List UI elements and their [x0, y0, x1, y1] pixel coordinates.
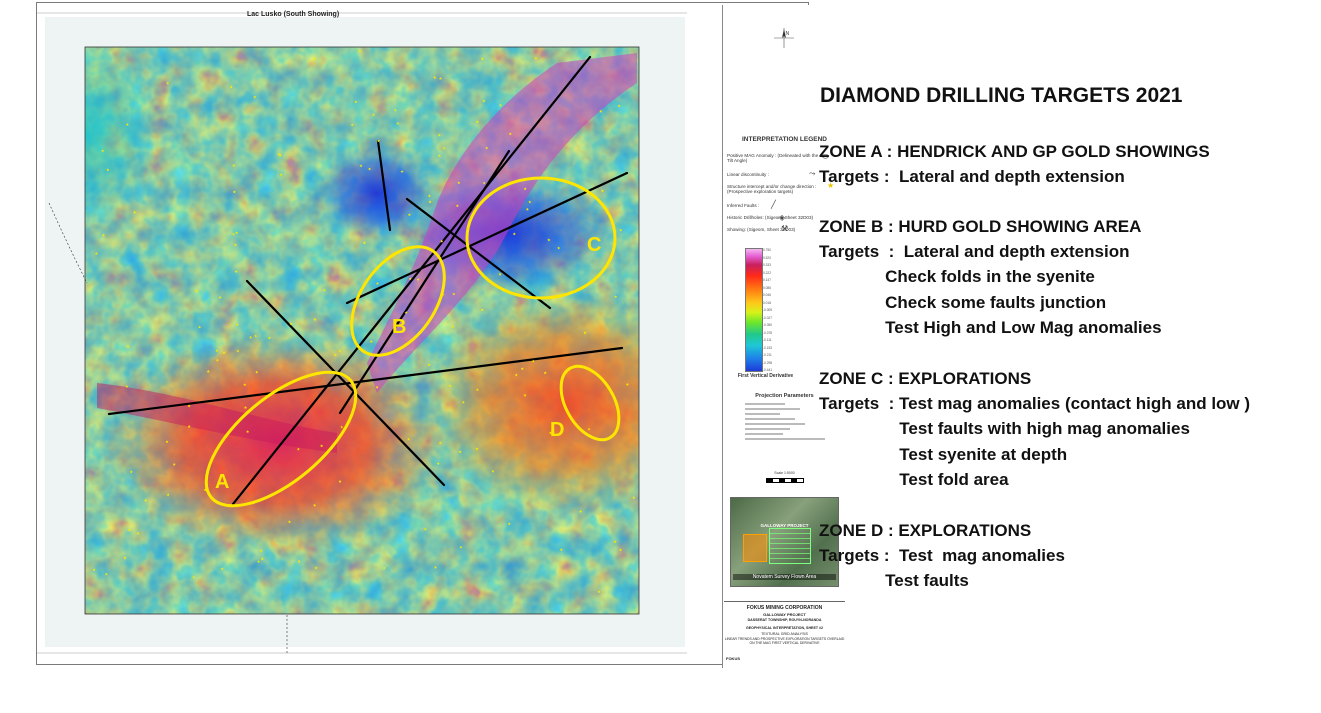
zone-d-target-line: Targets : Test mag anomalies: [819, 546, 1065, 565]
dashed-line-icon: ⤳: [809, 169, 816, 178]
colorbar-tick-label: -0.441: [763, 368, 773, 372]
company-logo: FOKUS: [726, 656, 740, 661]
projection-line: [745, 423, 805, 425]
colorbar: [745, 248, 763, 372]
colorbar-tick-label: 0.520: [763, 255, 771, 260]
zone-d-block: ZONE D : EXPLORATIONS Targets : Test mag…: [819, 518, 1319, 594]
colorbar-tick-label: 0.147: [763, 278, 771, 282]
zone-b-target-line: Check some faults junction: [819, 292, 1107, 312]
zone-a-heading: ZONE A : HENDRICK AND GP GOLD SHOWINGS: [819, 142, 1210, 161]
showing-pickaxe-icon: ⚒: [781, 224, 789, 233]
colorbar-label: First Vertical Derivative: [737, 373, 794, 379]
colorbar-tick-label: 0.018: [763, 300, 771, 305]
zone-c-heading: ZONE C : EXPLORATIONS: [819, 369, 1032, 388]
scale-bar: [766, 478, 804, 483]
colorbar-tick-label: -0.298: [763, 360, 773, 365]
projection-line: [745, 418, 795, 420]
colorbar-tick-label: 0.222: [763, 270, 771, 275]
zone-c-target-line: Test fold area: [819, 470, 1009, 490]
zone-c-target-line: Test faults with high mag anomalies: [819, 419, 1190, 439]
zone-a-target-line: Targets : Lateral and depth extension: [819, 167, 1125, 186]
colorbar-tick-label: 0.046: [763, 293, 771, 297]
zone-c-block: ZONE C : EXPLORATIONS Targets : Test mag…: [819, 366, 1319, 493]
fault-line-icon: ╱: [771, 200, 776, 209]
project-name: GALLOWAY PROJECT: [763, 612, 806, 617]
grid-analysis-title: TEXTURAL GRID ANALYSIS: [761, 632, 808, 636]
zone-b-block: ZONE B : HURD GOLD SHOWING AREA Targets …: [819, 214, 1319, 341]
sheet-title: GEOPHYSICAL INTERPRETATION, SHEET #2: [745, 626, 824, 630]
colorbar-tick-label: 0.086: [763, 285, 771, 290]
colorbar-tick-label: -0.153: [763, 345, 773, 350]
projection-line: [745, 428, 790, 430]
colorbar-tick-label: -0.005: [763, 308, 773, 312]
zone-d-heading: ZONE D : EXPLORATIONS: [819, 521, 1032, 540]
legend-linear-discontinuity: Linear discontinuity :: [727, 172, 769, 177]
zone-c-target-line: Test syenite at depth: [819, 444, 1068, 464]
zone-b-target-line: Test High and Low Mag anomalies: [819, 318, 1162, 338]
map-sheet: A B C D Lac Lusko (South Showing) N INTE…: [36, 2, 845, 668]
legend-showing: Showing: (Sigeom, Sheet 32D03): [727, 227, 796, 232]
zone-c-target-line: Targets : Test mag anomalies (contact hi…: [819, 394, 1251, 413]
company-name: FOKUS MINING CORPORATION: [746, 605, 823, 611]
svg-text:N: N: [786, 31, 790, 37]
colorbar-tick-label: -0.078: [763, 330, 773, 335]
colorbar-tick-label: -0.211: [763, 353, 772, 357]
zone-b-target-line: Targets : Lateral and depth extension: [819, 242, 1130, 261]
zone-b-label: B: [392, 316, 406, 338]
zone-d-target-line: Test faults: [819, 571, 969, 591]
north-arrow-icon: N: [774, 28, 794, 48]
legend-mag-anomaly: Positive MAG Anomaly : (Delineated with …: [727, 153, 819, 164]
zone-c-label: C: [587, 234, 601, 256]
projection-line: [745, 403, 785, 405]
inset-survey-block: [743, 534, 767, 562]
colorbar-ticks: 0.750 0.520 0.333 0.222 0.147 0.086 0.046 0.018…: [763, 248, 783, 372]
legend-historic-drillholes: Historic Drillholes: (Sigeom, Sheet 32D0…: [727, 215, 814, 220]
drillhole-icon: ◈: [779, 213, 786, 222]
projection-line: [745, 438, 825, 440]
inset-flight-lines: [769, 528, 811, 564]
trends-title: LINEAR TRENDS AND PROSPECTIVE EXPLORATIO…: [724, 637, 845, 645]
targets-title: DIAMOND DRILLING TARGETS 2021: [820, 84, 1183, 107]
title-block: FOKUS MINING CORPORATION GALLOWAY PROJEC…: [724, 601, 845, 668]
map-sheet-label: Lac Lusko (South Showing): [247, 11, 340, 18]
colorbar-tick-label: -0.050: [763, 323, 773, 327]
projection-line: [745, 433, 783, 435]
colorbar-tick-label: 0.750: [763, 248, 771, 252]
township-name: DASSERAT TOWNSHIP, ROUYN-NORANDA: [747, 618, 822, 622]
zone-b-heading: ZONE B : HURD GOLD SHOWING AREA: [819, 217, 1142, 236]
zone-a-block: ZONE A : HENDRICK AND GP GOLD SHOWINGS T…: [819, 139, 1319, 189]
projection-line: [745, 413, 780, 415]
colorbar-tick-label: -0.027: [763, 315, 773, 320]
colorbar-tick-label: -0.111: [763, 338, 772, 342]
zone-d-label: D: [550, 419, 564, 441]
legend-structure-intercept: Structure intercept and/or change direct…: [727, 184, 817, 195]
zone-b-target-line: Check folds in the syenite: [819, 267, 1095, 287]
projection-line: [745, 408, 800, 410]
geophysical-map: A B C D: [37, 12, 687, 654]
zone-a-label: A: [215, 471, 229, 493]
colorbar-tick-label: 0.333: [763, 263, 771, 267]
